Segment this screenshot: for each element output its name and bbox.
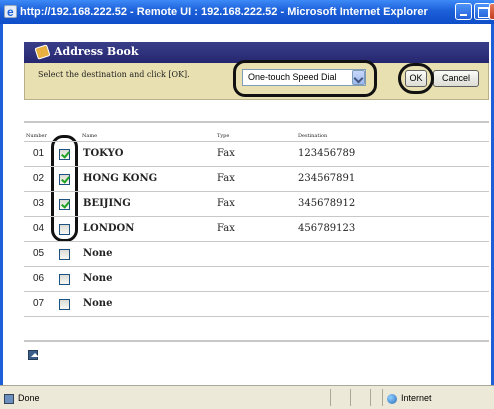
row-number: 03	[33, 198, 45, 209]
row-name: HONG KONG	[83, 173, 158, 184]
table-bottom-divider	[24, 340, 489, 342]
statusbar-separator	[350, 389, 351, 406]
table-top-divider	[24, 121, 489, 123]
row-number: 05	[33, 248, 45, 259]
zone-text: Internet	[401, 393, 432, 403]
page-title: Address Book	[54, 45, 139, 58]
row-divider	[24, 141, 489, 142]
row-divider	[24, 241, 489, 242]
row-destination: 123456789	[298, 148, 356, 159]
statusbar-separator	[330, 389, 331, 406]
cancel-button[interactable]: Cancel	[433, 70, 479, 87]
row-number: 04	[33, 223, 45, 234]
window-title: http://192.168.222.52 - Remote UI : 192.…	[20, 6, 428, 18]
dropdown-highlight	[233, 60, 377, 97]
close-button[interactable]	[489, 3, 494, 20]
row-divider	[24, 316, 489, 317]
row-checkbox[interactable]	[59, 174, 70, 185]
row-name: TOKYO	[83, 148, 124, 159]
row-checkbox[interactable]	[59, 274, 70, 285]
column-header-name: Name	[82, 133, 98, 139]
column-header-destination: Destination	[298, 133, 328, 139]
globe-icon	[387, 393, 397, 404]
row-number: 07	[33, 298, 45, 309]
row-type: Fax	[217, 198, 235, 209]
column-header-number: Number	[26, 133, 47, 139]
row-name: LONDON	[83, 223, 135, 234]
row-divider	[24, 291, 489, 292]
row-type: Fax	[217, 148, 235, 159]
instruction-text: Select the destination and click [OK].	[38, 70, 190, 79]
minimize-button[interactable]	[455, 3, 472, 20]
row-destination: 456789123	[298, 223, 356, 234]
row-number: 02	[33, 173, 45, 184]
ie-icon	[4, 0, 17, 24]
row-number: 01	[33, 148, 45, 159]
row-destination: 345678912	[298, 198, 356, 209]
row-checkbox[interactable]	[59, 199, 70, 210]
row-divider	[24, 191, 489, 192]
row-divider	[24, 166, 489, 167]
statusbar-separator	[370, 389, 371, 406]
row-checkbox[interactable]	[59, 224, 70, 235]
row-name: BEIJING	[83, 198, 131, 209]
row-divider	[24, 266, 489, 267]
status-area: Done	[4, 393, 40, 404]
row-name: None	[83, 273, 113, 284]
row-number: 06	[33, 273, 45, 284]
row-type: Fax	[217, 173, 235, 184]
back-to-top-icon[interactable]	[28, 350, 39, 360]
statusbar-separator	[382, 389, 383, 406]
row-divider	[24, 216, 489, 217]
row-name: None	[83, 298, 113, 309]
row-checkbox[interactable]	[59, 249, 70, 260]
row-checkbox[interactable]	[59, 149, 70, 160]
row-checkbox[interactable]	[59, 299, 70, 310]
column-header-type: Type	[217, 133, 230, 139]
row-name: None	[83, 248, 113, 259]
window-titlebar: http://192.168.222.52 - Remote UI : 192.…	[0, 0, 494, 24]
ok-highlight	[398, 63, 434, 94]
row-type: Fax	[217, 223, 235, 234]
row-destination: 234567891	[298, 173, 356, 184]
security-zone: Internet	[387, 393, 432, 404]
page-done-icon	[4, 393, 14, 404]
statusbar: Done Internet	[0, 385, 494, 409]
status-text: Done	[18, 393, 40, 403]
